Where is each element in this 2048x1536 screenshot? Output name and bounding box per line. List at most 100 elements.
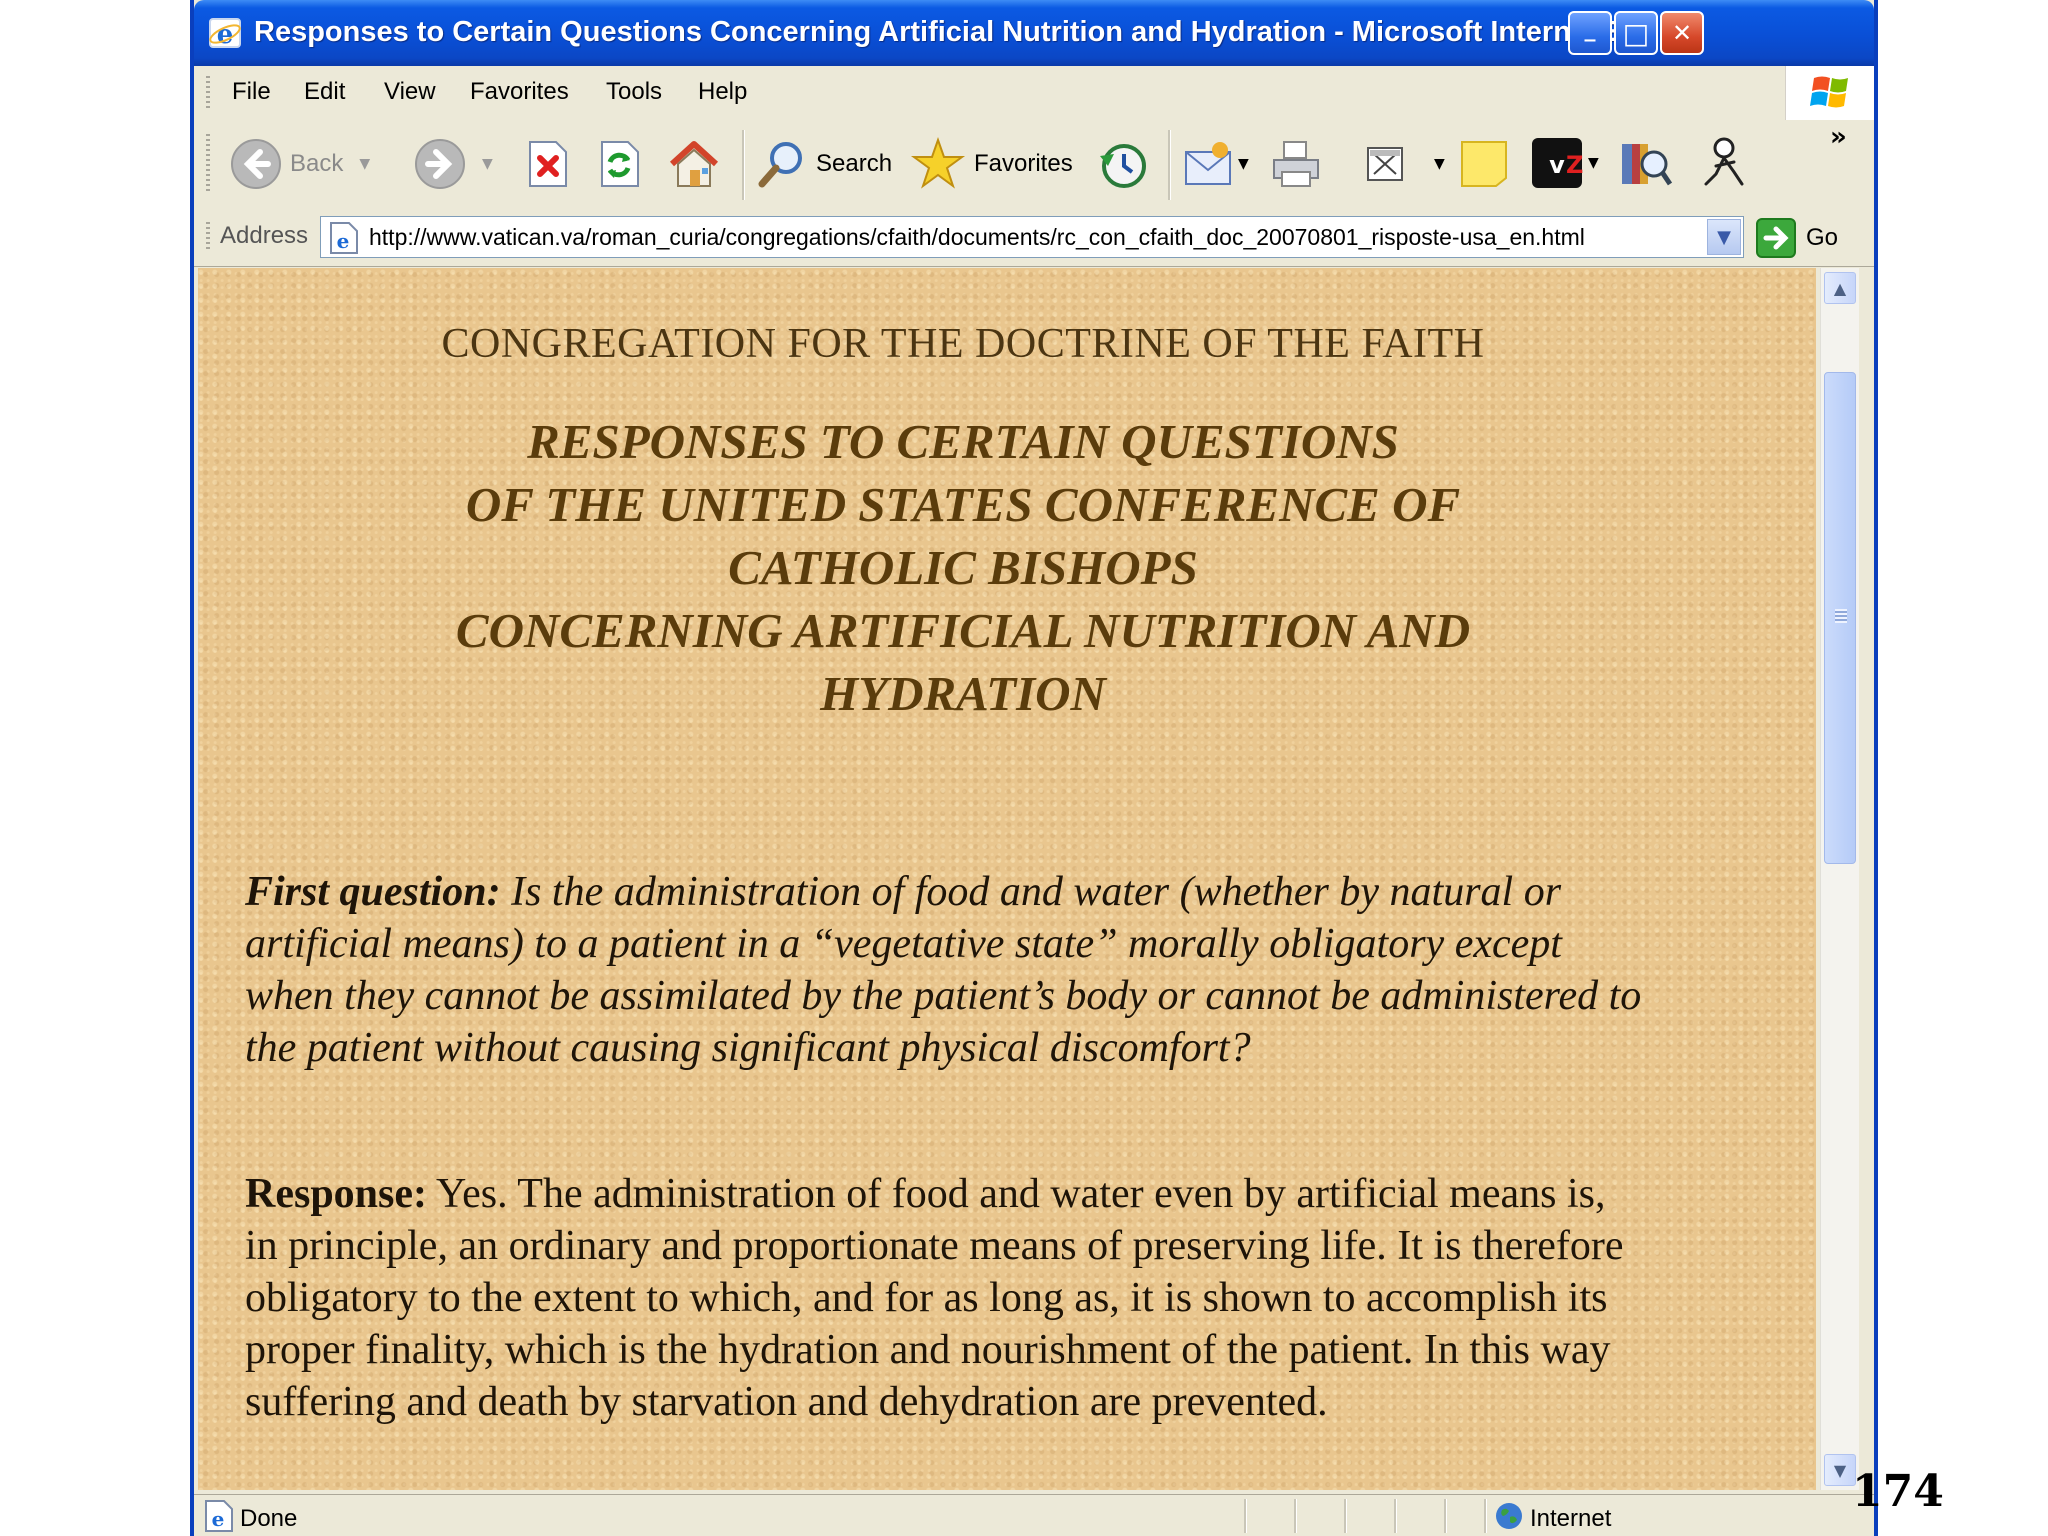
address-url: http://www.vatican.va/roman_curia/congre… [369,224,1585,250]
globe-icon [1496,1503,1522,1529]
printer-icon [1273,141,1319,187]
page-done-icon: e [205,1500,233,1532]
search-button[interactable]: Search [756,138,892,190]
home-button[interactable] [666,136,722,192]
minimize-icon: _ [1584,16,1596,42]
go-arrow-icon [1756,218,1796,258]
forward-button[interactable]: ▼ [414,138,493,190]
favorites-label: Favorites [974,150,1073,177]
vertical-scrollbar[interactable]: ▲ ▼ [1820,268,1859,1490]
search-icon [758,142,802,188]
scroll-thumb[interactable] [1824,372,1856,864]
status-divider [1394,1499,1397,1533]
back-dropdown-icon[interactable]: ▼ [359,156,370,172]
refresh-button[interactable] [594,138,644,190]
slide-number: 174 [1852,1466,1944,1517]
edit-button[interactable]: ▼ [1362,140,1445,188]
status-text: Done [240,1505,298,1532]
research-button[interactable] [1618,136,1674,192]
internet-explorer-icon: e [209,18,241,50]
menu-help[interactable]: Help [698,78,747,106]
document-title-line: HYDRATION [820,666,1106,721]
svg-text:e: e [217,20,234,50]
scroll-up-button[interactable]: ▲ [1824,272,1856,304]
address-dropdown-button[interactable]: ▼ [1707,219,1741,255]
messenger-button[interactable] [1694,134,1750,194]
document-title-line: CONCERNING ARTIFICIAL NUTRITION AND [455,603,1471,658]
edit-dropdown-icon[interactable]: ▼ [1434,156,1445,172]
stop-icon [529,141,567,187]
page-content[interactable]: CONGREGATION FOR THE DOCTRINE OF THE FAI… [198,268,1816,1490]
forward-arrow-icon [415,139,465,189]
go-label: Go [1806,224,1839,251]
refresh-icon [601,141,639,187]
status-divider [1294,1499,1297,1533]
svg-text:Z: Z [1566,151,1583,179]
menu-file[interactable]: File [232,78,271,106]
document-title: RESPONSES TO CERTAIN QUESTIONS OF THE UN… [198,410,1728,725]
go-button[interactable]: Go [1756,218,1838,258]
favorites-button[interactable]: Favorites [910,136,1073,192]
back-label: Back [290,150,344,177]
window-title: Responses to Certain Questions Concernin… [254,16,1691,48]
menu-bar: File Edit View Favorites Tools Help [194,66,1874,121]
chevron-up-icon: ▲ [1833,278,1847,298]
response-text: Yes. The administration of food and wate… [245,1171,1624,1425]
address-grip[interactable] [206,222,210,252]
chevron-down-icon: ▼ [1833,1460,1847,1480]
windows-logo [1785,66,1874,120]
svg-text:e: e [212,1507,225,1531]
menu-favorites[interactable]: Favorites [470,78,569,106]
history-button[interactable] [1096,138,1150,192]
menu-tools[interactable]: Tools [606,78,662,106]
menu-grip[interactable] [206,76,210,110]
search-label: Search [816,150,893,177]
mail-button[interactable]: ▼ [1182,138,1249,190]
close-button[interactable]: ✕ [1660,11,1704,55]
menu-edit[interactable]: Edit [304,78,345,106]
close-icon: ✕ [1671,19,1693,47]
question-label: First question: [245,869,501,915]
research-icon [1622,144,1673,186]
status-divider [1484,1499,1487,1533]
document-title-line: CATHOLIC BISHOPS [728,540,1198,595]
address-bar: Address e http://www.vatican.va/roman_cu… [194,210,1874,267]
status-divider [1444,1499,1447,1533]
maximize-button[interactable]: □ [1614,11,1658,55]
note-button[interactable] [1458,138,1510,190]
toolbar-overflow-chevron[interactable]: » [1830,122,1847,152]
document-title-line: OF THE UNITED STATES CONFERENCE OF [465,477,1461,532]
print-button[interactable] [1268,136,1324,192]
toolbar-grip[interactable] [206,134,210,194]
title-bar[interactable]: e Responses to Certain Questions Concern… [194,0,1874,66]
first-response: Response: Yes. The administration of foo… [245,1168,1645,1428]
first-question: First question: Is the administration of… [245,866,1645,1074]
back-button[interactable]: Back ▼ [230,138,370,190]
stop-button[interactable] [522,138,572,190]
messenger-person-icon [1704,137,1744,186]
sticky-note-icon [1461,141,1507,187]
svg-text:v: v [1549,151,1565,179]
status-divider [1244,1499,1247,1533]
address-input[interactable]: e http://www.vatican.va/roman_curia/cong… [320,216,1744,258]
menu-view[interactable]: View [384,78,436,106]
mail-dropdown-icon[interactable]: ▼ [1238,156,1249,172]
response-label: Response: [245,1171,428,1217]
status-bar: e Done Internet [194,1494,1874,1536]
mail-icon [1185,142,1231,185]
status-divider [1344,1499,1347,1533]
security-zone-label: Internet [1530,1505,1612,1532]
edit-page-icon [1367,147,1403,181]
address-label: Address [220,222,309,249]
standard-toolbar: Back ▼ ▼ Search Favorites ▼ ▼ v Z ▼ » [194,120,1874,211]
windows-flag-icon [1810,76,1848,108]
back-arrow-icon [231,139,281,189]
addon-vz-button[interactable]: v Z ▼ [1530,136,1599,190]
document-title-line: RESPONSES TO CERTAIN QUESTIONS [527,414,1399,469]
minimize-button[interactable]: _ [1568,11,1612,55]
forward-dropdown-icon[interactable]: ▼ [482,156,493,172]
maximize-icon: □ [1622,16,1650,50]
svg-text:e: e [337,229,350,253]
vz-dropdown-icon[interactable]: ▼ [1588,155,1599,171]
home-icon [669,141,719,187]
